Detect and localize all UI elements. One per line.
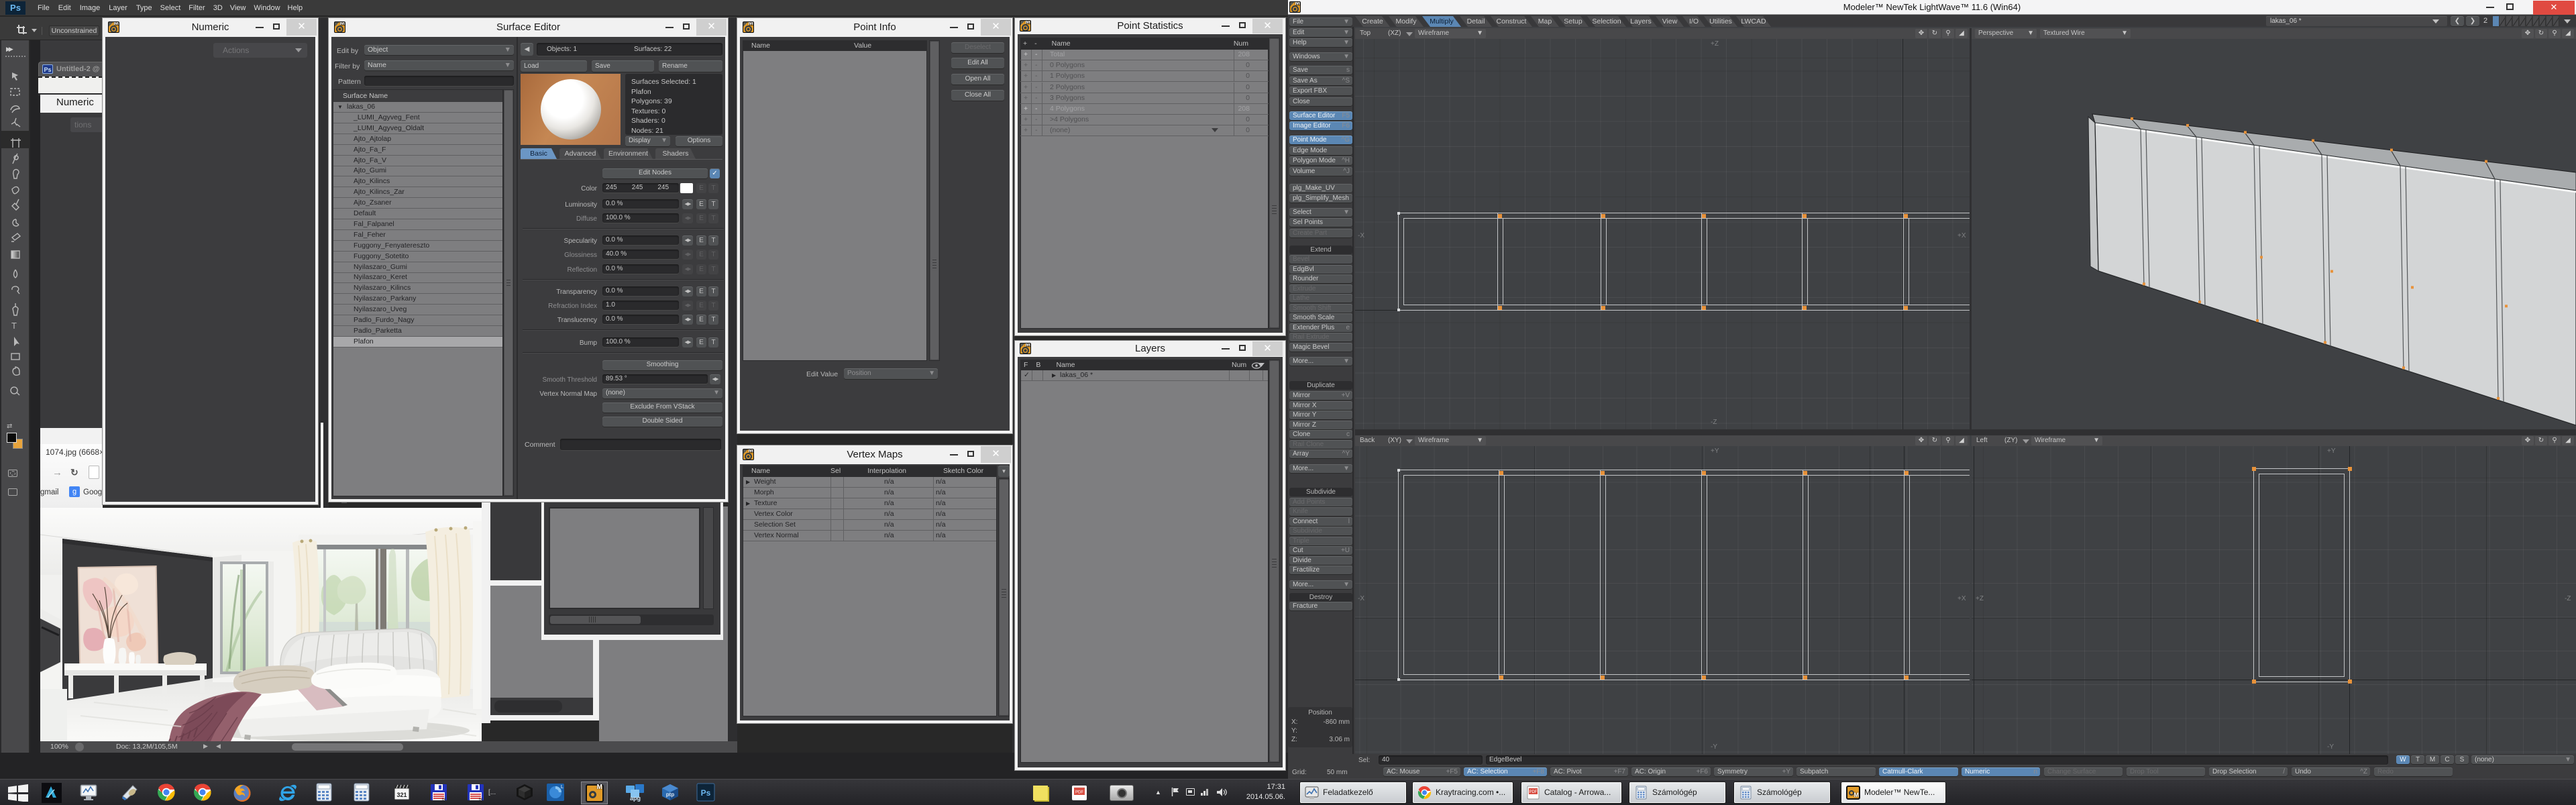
- svg-text:64: 64: [479, 798, 483, 802]
- svg-text:apg: apg: [630, 795, 641, 802]
- svg-text:PDF: PDF: [1529, 790, 1538, 794]
- svg-text:T: T: [11, 321, 17, 331]
- svg-text:Ps: Ps: [701, 788, 711, 798]
- svg-text:L: L: [561, 785, 564, 790]
- svg-text:PDF: PDF: [1075, 791, 1083, 795]
- svg-text:ptp: ptp: [666, 792, 675, 798]
- svg-text:321: 321: [396, 792, 407, 798]
- svg-text:64: 64: [442, 798, 446, 802]
